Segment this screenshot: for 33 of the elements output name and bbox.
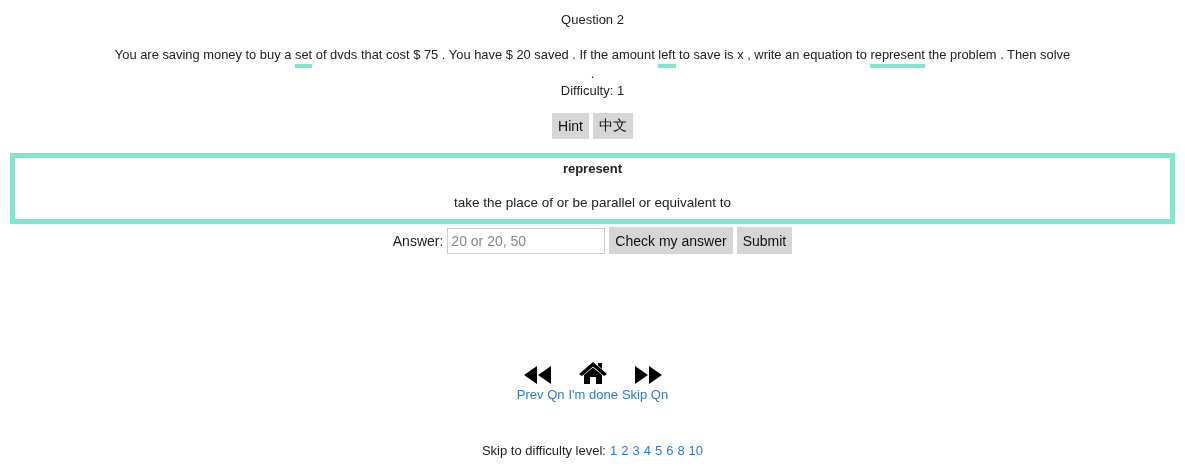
vocab-word[interactable]: represent bbox=[870, 47, 925, 68]
nav-link[interactable]: Skip Qn bbox=[621, 387, 669, 402]
nav-link[interactable]: I'm done bbox=[568, 387, 618, 402]
submit-button[interactable]: Submit bbox=[736, 227, 793, 254]
level-link[interactable]: 3 bbox=[632, 443, 640, 458]
question-title: Question 2 bbox=[561, 12, 624, 28]
definition-word: represent bbox=[562, 161, 623, 177]
level-link[interactable]: 1 bbox=[609, 443, 618, 458]
level-link[interactable]: 4 bbox=[643, 443, 651, 458]
home-icon[interactable] bbox=[578, 362, 607, 384]
level-link[interactable]: 2 bbox=[621, 443, 629, 458]
answer-field[interactable]: 20 or 20, 50 bbox=[447, 227, 606, 254]
difficulty-skip-label: Skip to difficulty level: bbox=[481, 443, 606, 458]
question-text: You are saving money to buy a bbox=[114, 47, 293, 63]
question-end: . bbox=[590, 67, 595, 81]
vocab-word[interactable]: left bbox=[658, 47, 676, 68]
level-link[interactable]: 8 bbox=[677, 443, 685, 458]
definition-text: take the place of or be parallel or equivalent to bbox=[454, 195, 731, 211]
question-text: the problem . Then solve bbox=[927, 47, 1071, 63]
question-text: of dvds that cost $ 75 . You have $ 20 saved . If the amount bbox=[314, 47, 656, 63]
rewind-icon[interactable] bbox=[523, 366, 551, 384]
level-link[interactable]: 10 bbox=[688, 443, 704, 458]
vocab-word[interactable]: set bbox=[294, 47, 313, 68]
level-link[interactable]: 6 bbox=[666, 443, 674, 458]
hint-button[interactable]: Hint bbox=[552, 113, 589, 139]
question-text: to save is x , write an equation to bbox=[678, 47, 868, 63]
check-answer-button[interactable]: Check my answer bbox=[609, 227, 733, 254]
level-link[interactable]: 5 bbox=[654, 443, 663, 458]
language-button[interactable]: 中文 bbox=[592, 113, 633, 139]
answer-label: Answer: bbox=[392, 232, 444, 249]
nav-link[interactable]: Prev Qn bbox=[516, 387, 565, 402]
difficulty-label: Difficulty: 1 bbox=[560, 83, 625, 99]
fast-forward-icon[interactable] bbox=[634, 366, 662, 384]
